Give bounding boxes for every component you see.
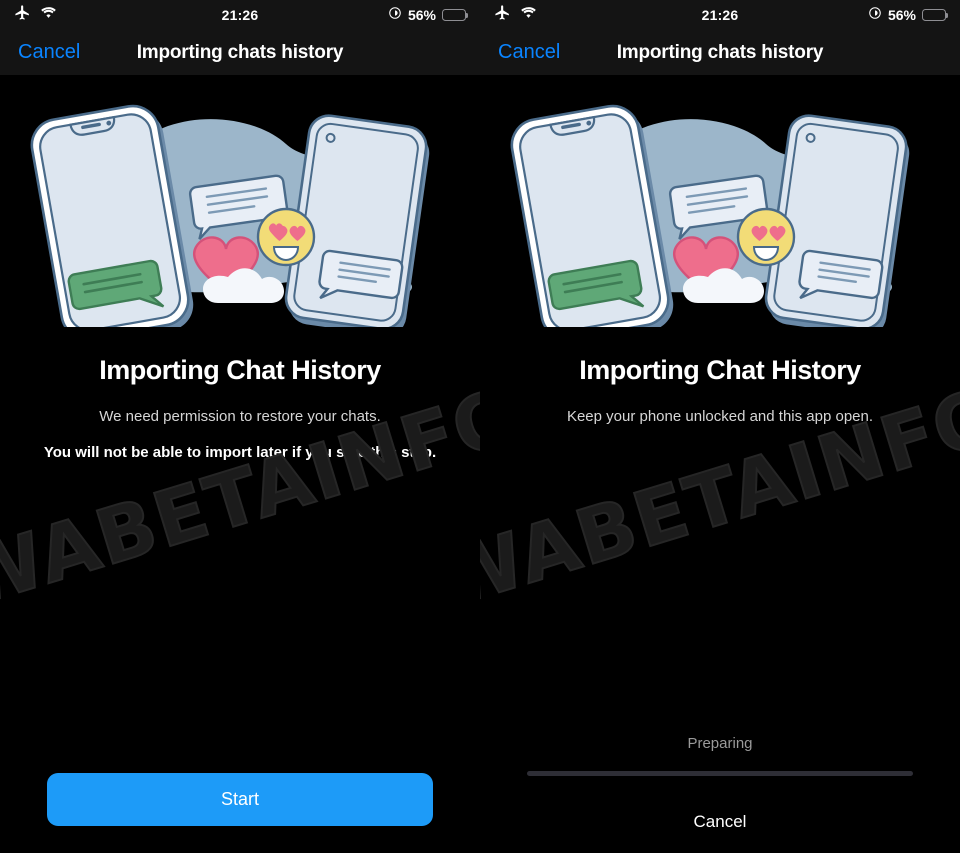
airplane-icon — [494, 4, 511, 26]
status-bar-left-icons — [494, 4, 537, 26]
chat-history-illustration — [510, 104, 910, 327]
status-bar-right-icons: 56% — [868, 6, 949, 25]
start-button[interactable]: Start — [47, 773, 433, 826]
import-progress-section: Preparing Cancel — [480, 735, 960, 832]
location-focus-icon — [388, 6, 402, 25]
navigation-bar: Cancel Importing chats history — [480, 30, 960, 75]
screen-heading: Importing Chat History — [579, 355, 861, 385]
progress-status-label: Preparing — [687, 735, 753, 752]
status-bar: 21:26 56% — [480, 0, 960, 30]
airplane-icon — [14, 4, 31, 26]
progress-bar — [527, 771, 913, 776]
status-bar-right-icons: 56% — [388, 6, 469, 25]
chat-history-illustration — [30, 104, 430, 327]
status-bar-left-icons — [14, 4, 57, 26]
location-focus-icon — [868, 6, 882, 25]
panel-progress-screen: 21:26 56% Cancel Importing chats history — [480, 0, 960, 853]
screen-content: Importing Chat History We need permissio… — [0, 77, 480, 853]
wifi-icon — [520, 6, 537, 24]
status-bar: 21:26 56% — [0, 0, 480, 30]
cancel-import-button[interactable]: Cancel — [480, 812, 960, 832]
battery-percentage: 56% — [407, 7, 436, 23]
screen-content: Importing Chat History Keep your phone u… — [480, 77, 960, 853]
nav-cancel-button[interactable]: Cancel — [0, 41, 80, 64]
battery-percentage: 56% — [887, 7, 916, 23]
battery-icon — [922, 9, 949, 21]
battery-icon — [442, 9, 469, 21]
screen-subtitle: We need permission to restore your chats… — [99, 408, 381, 425]
wifi-icon — [40, 6, 57, 24]
screen-warning-text: You will not be able to import later if … — [43, 444, 437, 461]
screen-heading: Importing Chat History — [99, 355, 381, 385]
panel-permission-screen: 21:26 56% Cancel Importing chats history — [0, 0, 480, 853]
nav-cancel-button[interactable]: Cancel — [480, 41, 560, 64]
dual-screenshot-container: 21:26 56% Cancel Importing chats history — [0, 0, 960, 853]
screen-subtitle: Keep your phone unlocked and this app op… — [566, 408, 874, 425]
navigation-bar: Cancel Importing chats history — [0, 30, 480, 75]
